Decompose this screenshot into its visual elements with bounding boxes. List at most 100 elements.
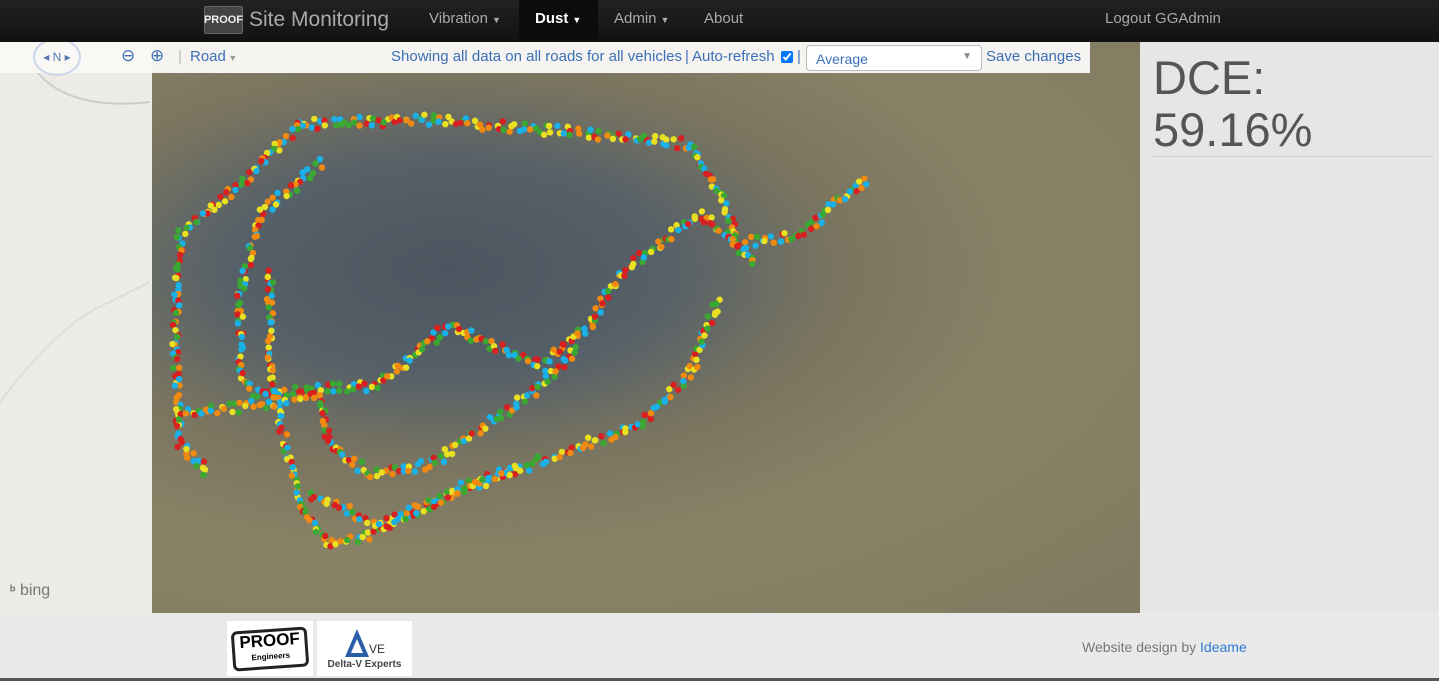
dust-reading-dot[interactable] — [312, 528, 320, 536]
dust-reading-dot[interactable] — [651, 132, 659, 140]
dust-reading-dot[interactable] — [663, 136, 670, 143]
dust-reading-dot[interactable] — [269, 380, 276, 388]
dust-reading-dot[interactable] — [482, 482, 490, 490]
dust-reading-dot[interactable] — [413, 510, 420, 517]
dust-reading-dot[interactable] — [283, 192, 290, 200]
dust-reading-dot[interactable] — [667, 226, 675, 233]
dust-reading-dot[interactable] — [528, 460, 536, 467]
dust-reading-dot[interactable] — [571, 349, 578, 356]
dust-reading-dot[interactable] — [173, 274, 180, 282]
dust-reading-dot[interactable] — [568, 444, 575, 451]
dust-reading-dot[interactable] — [492, 347, 499, 355]
dust-reading-dot[interactable] — [276, 147, 283, 154]
dust-reading-dot[interactable] — [403, 510, 411, 517]
dust-reading-dot[interactable] — [274, 189, 281, 197]
dust-reading-dot[interactable] — [393, 368, 401, 375]
dust-reading-dot[interactable] — [243, 180, 251, 187]
dust-reading-dot[interactable] — [247, 261, 255, 269]
dust-reading-dot[interactable] — [176, 364, 183, 372]
dust-reading-dot[interactable] — [283, 400, 290, 407]
dust-reading-dot[interactable] — [560, 341, 567, 348]
dust-reading-dot[interactable] — [190, 450, 197, 457]
dust-reading-dot[interactable] — [533, 392, 540, 399]
dust-reading-dot[interactable] — [533, 362, 541, 370]
dust-reading-dot[interactable] — [350, 455, 358, 463]
dust-reading-dot[interactable] — [651, 138, 658, 145]
dust-reading-dot[interactable] — [861, 175, 868, 182]
dust-reading-dot[interactable] — [335, 504, 343, 511]
dust-reading-dot[interactable] — [542, 458, 550, 465]
dust-reading-dot[interactable] — [677, 135, 685, 142]
dust-reading-dot[interactable] — [356, 113, 363, 121]
dust-reading-dot[interactable] — [175, 227, 182, 234]
dust-reading-dot[interactable] — [238, 333, 246, 341]
dust-reading-dot[interactable] — [440, 458, 448, 466]
auto-refresh-checkbox[interactable] — [781, 51, 793, 63]
dust-reading-dot[interactable] — [443, 488, 451, 496]
dust-reading-dot[interactable] — [262, 390, 269, 398]
dust-reading-dot[interactable] — [587, 126, 594, 133]
dust-reading-dot[interactable] — [278, 424, 285, 431]
dust-reading-dot[interactable] — [597, 309, 604, 316]
dust-reading-dot[interactable] — [421, 111, 428, 118]
dust-reading-dot[interactable] — [325, 427, 333, 434]
dust-reading-dot[interactable] — [575, 130, 583, 137]
dust-reading-dot[interactable] — [846, 188, 854, 195]
dust-reading-dot[interactable] — [574, 330, 581, 337]
dust-reading-dot[interactable] — [747, 233, 755, 241]
dust-reading-dot[interactable] — [366, 473, 374, 481]
dust-reading-dot[interactable] — [438, 452, 445, 460]
dust-reading-dot[interactable] — [175, 416, 183, 423]
dust-reading-dot[interactable] — [221, 198, 229, 205]
dust-reading-dot[interactable] — [770, 239, 777, 246]
dust-reading-dot[interactable] — [690, 143, 698, 150]
dust-reading-dot[interactable] — [725, 217, 732, 225]
dust-reading-dot[interactable] — [171, 291, 178, 298]
dust-reading-dot[interactable] — [653, 403, 661, 410]
dust-reading-dot[interactable] — [235, 301, 242, 309]
dust-reading-dot[interactable] — [753, 233, 761, 240]
dust-reading-dot[interactable] — [294, 483, 301, 490]
dust-reading-dot[interactable] — [520, 126, 528, 133]
dust-reading-dot[interactable] — [228, 193, 235, 201]
dust-reading-dot[interactable] — [604, 132, 611, 139]
save-changes-link[interactable]: Save changes — [986, 48, 1081, 65]
dust-reading-dot[interactable] — [511, 121, 518, 128]
dust-reading-dot[interactable] — [289, 125, 296, 133]
dust-reading-dot[interactable] — [500, 126, 507, 134]
compass-control[interactable]: ◂ N ▸ — [33, 42, 81, 76]
dust-reading-dot[interactable] — [829, 201, 837, 208]
dust-reading-dot[interactable] — [242, 402, 249, 410]
dust-reading-dot[interactable] — [485, 124, 492, 131]
dust-reading-dot[interactable] — [552, 368, 559, 375]
dust-reading-dot[interactable] — [698, 338, 705, 345]
logout-link[interactable]: Logout GGAdmin — [1089, 0, 1237, 40]
dust-reading-dot[interactable] — [330, 388, 337, 395]
dust-reading-dot[interactable] — [364, 529, 372, 536]
dust-reading-dot[interactable] — [359, 533, 366, 541]
dust-reading-dot[interactable] — [457, 479, 465, 486]
dust-reading-dot[interactable] — [777, 238, 785, 245]
dust-reading-dot[interactable] — [265, 267, 272, 274]
dust-reading-dot[interactable] — [788, 235, 795, 243]
dust-reading-dot[interactable] — [383, 523, 390, 530]
dust-reading-dot[interactable] — [358, 458, 366, 466]
dust-reading-dot[interactable] — [824, 206, 832, 214]
dust-reading-dot[interactable] — [411, 502, 418, 509]
dust-reading-dot[interactable] — [293, 187, 301, 194]
dust-reading-dot[interactable] — [591, 313, 599, 320]
dust-reading-dot[interactable] — [482, 425, 489, 432]
dust-reading-dot[interactable] — [540, 131, 548, 138]
dust-reading-dot[interactable] — [615, 130, 622, 137]
dust-reading-dot[interactable] — [424, 338, 431, 345]
dust-reading-dot[interactable] — [497, 415, 505, 422]
dust-reading-dot[interactable] — [534, 453, 542, 460]
dust-reading-dot[interactable] — [479, 126, 486, 133]
dust-reading-dot[interactable] — [506, 471, 513, 479]
dust-reading-dot[interactable] — [749, 260, 756, 268]
dust-reading-dot[interactable] — [256, 206, 264, 213]
dust-reading-dot[interactable] — [383, 514, 390, 522]
dust-reading-dot[interactable] — [512, 464, 520, 472]
dust-reading-dot[interactable] — [333, 122, 340, 129]
dust-reading-dot[interactable] — [269, 374, 276, 381]
